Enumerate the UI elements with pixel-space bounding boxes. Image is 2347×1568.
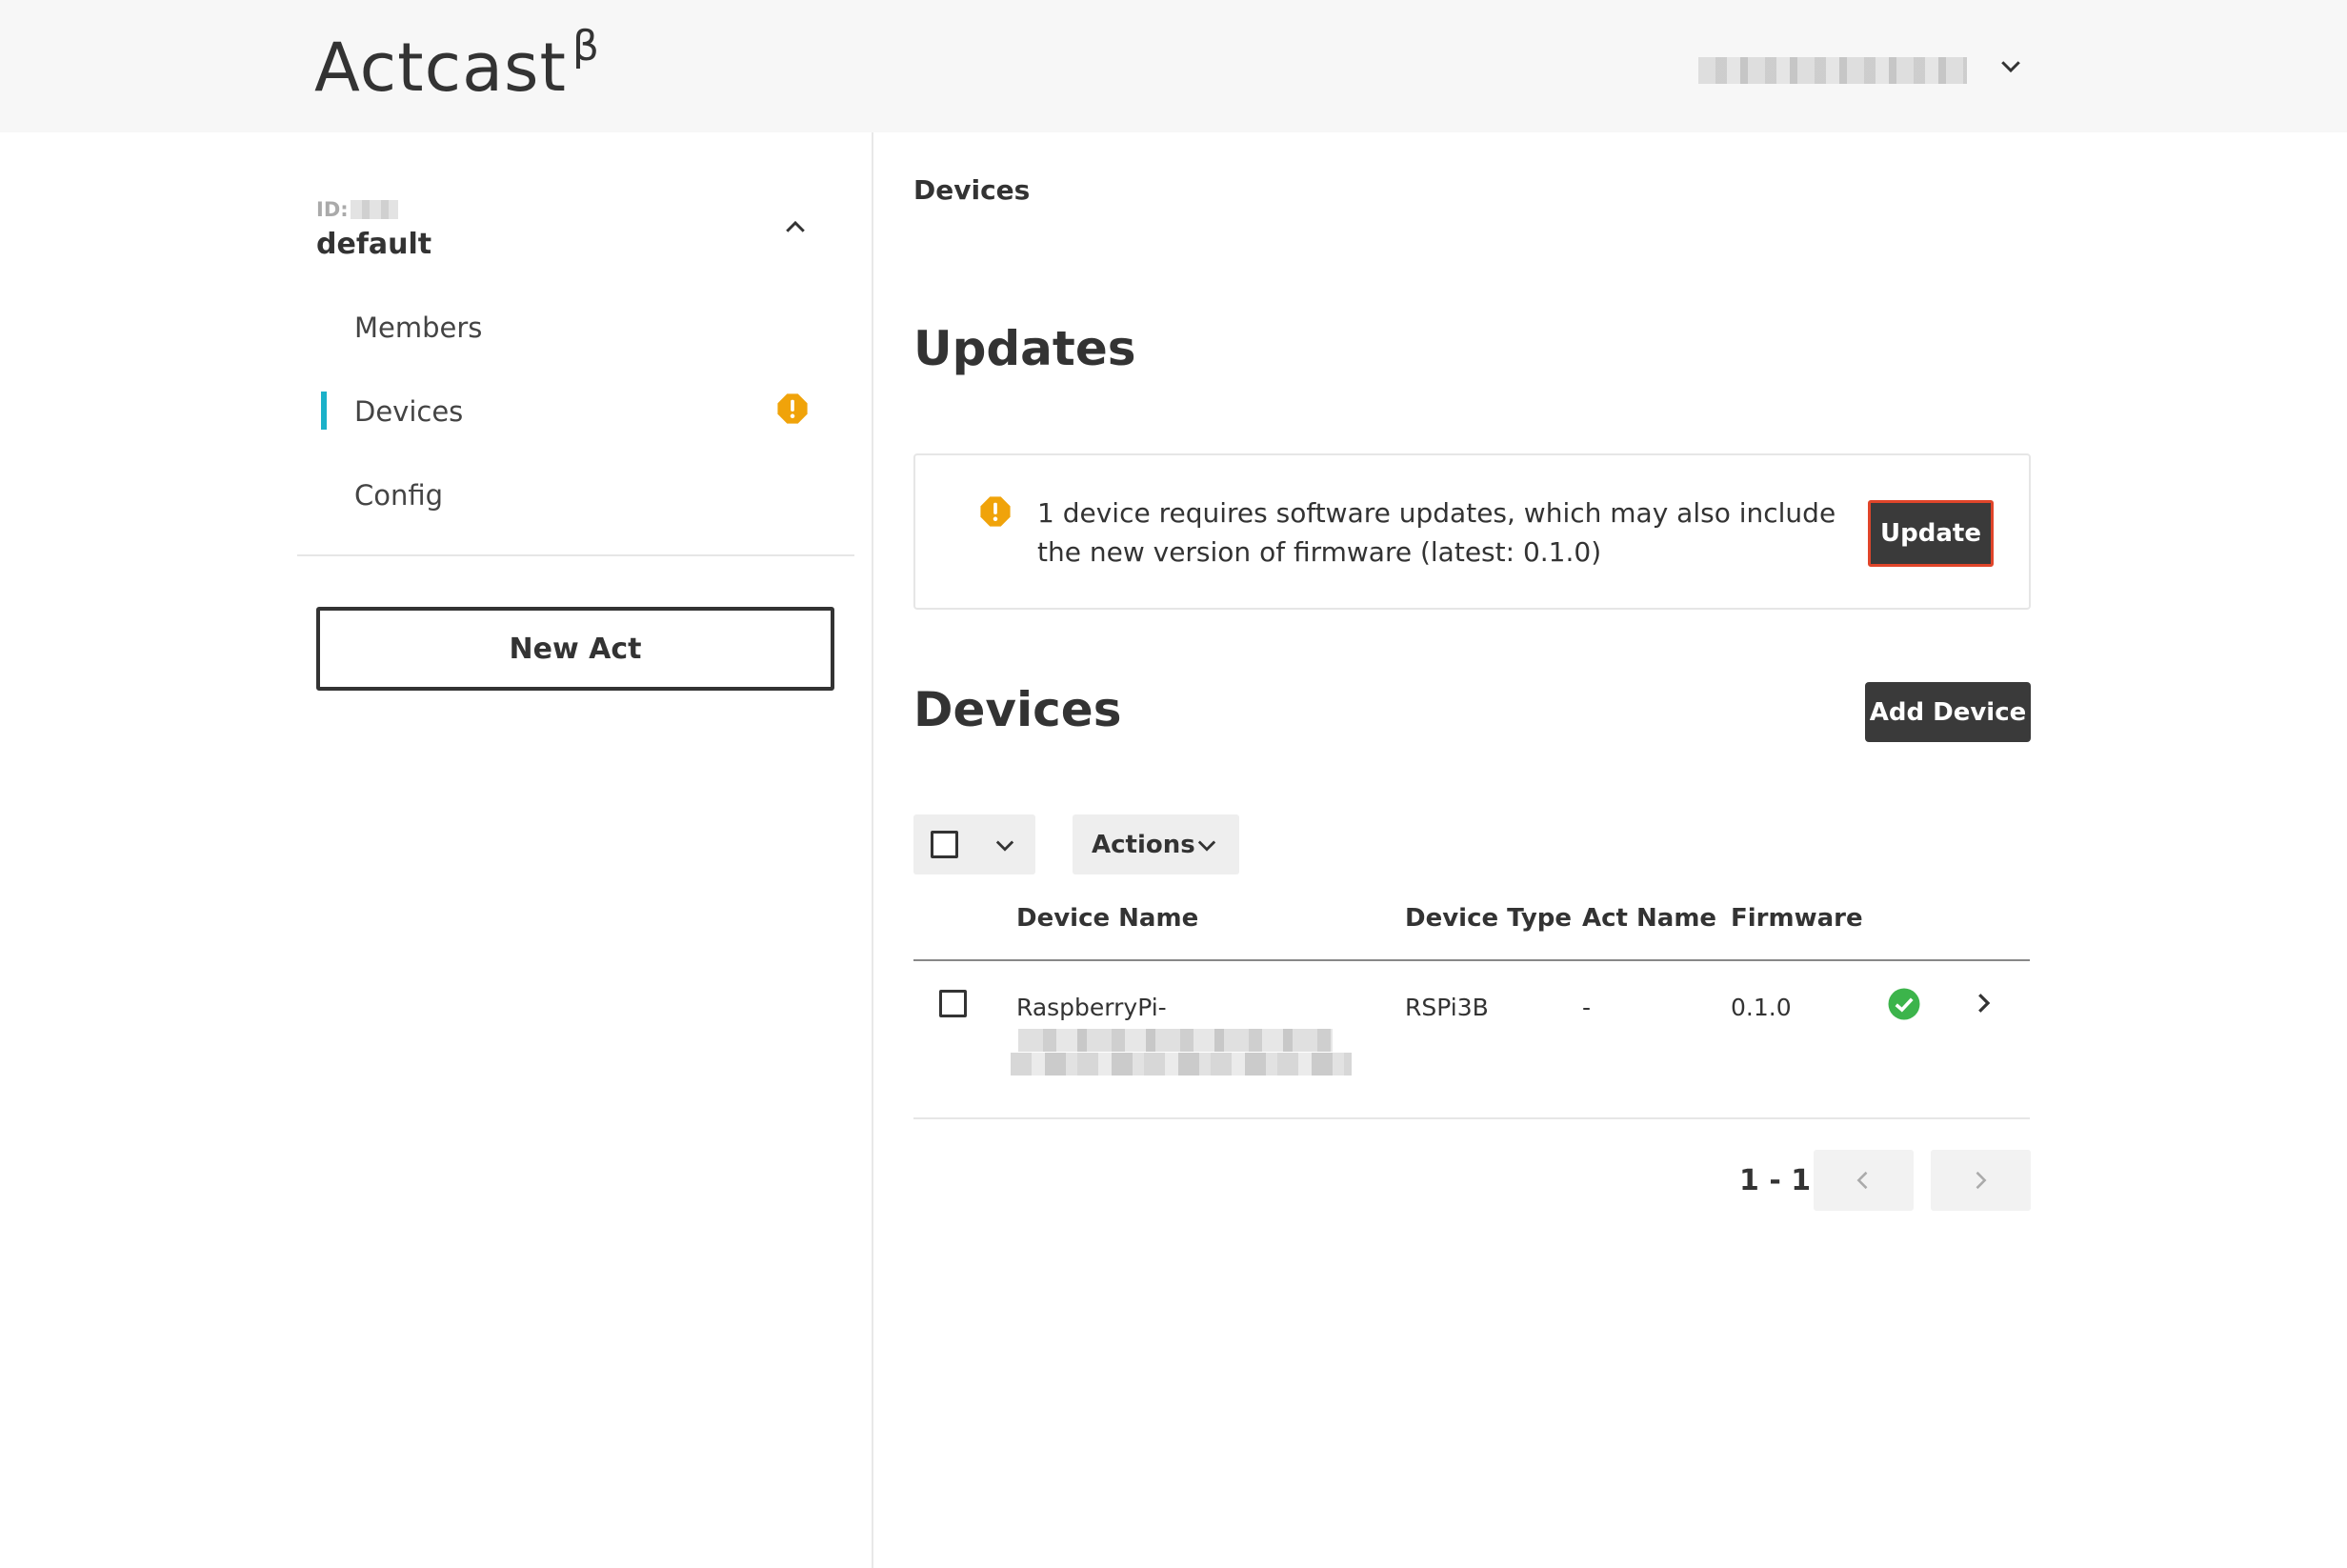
column-header-device-name[interactable]: Device Name — [1016, 904, 1198, 933]
previous-page-button[interactable] — [1814, 1150, 1914, 1211]
new-act-button[interactable]: New Act — [316, 607, 834, 691]
actions-dropdown[interactable]: Actions — [1073, 814, 1239, 874]
warning-icon — [980, 496, 1011, 527]
chevron-right-icon[interactable] — [1969, 989, 1997, 1017]
add-device-button[interactable]: Add Device — [1865, 682, 2031, 742]
chevron-down-icon[interactable] — [1996, 51, 2025, 80]
chevron-left-icon — [1856, 1171, 1868, 1190]
chevron-up-icon[interactable] — [781, 213, 810, 242]
update-notice-card: 1 device requires software updates, whic… — [913, 453, 2031, 610]
chevron-right-icon — [1976, 1171, 1987, 1190]
select-all-checkbox[interactable] — [931, 831, 958, 858]
device-name[interactable]: RaspberryPi- — [1016, 994, 1167, 1021]
bulk-select-dropdown[interactable] — [913, 814, 1035, 874]
active-indicator — [321, 392, 327, 430]
actions-label: Actions — [1092, 831, 1195, 859]
sidebar: ID: default Members Devices Config New A… — [0, 132, 873, 1568]
device-name-redacted — [1011, 1053, 1352, 1075]
sidebar-item-config[interactable]: Config — [354, 479, 443, 512]
row-divider — [913, 1117, 2030, 1119]
act-name: - — [1582, 994, 1592, 1021]
actcast-logo[interactable]: Actcast β — [314, 22, 600, 107]
column-header-firmware[interactable]: Firmware — [1731, 904, 1863, 933]
group-name[interactable]: default — [316, 228, 431, 261]
column-header-device-type[interactable]: Device Type — [1405, 904, 1572, 933]
user-account-name-redacted[interactable] — [1698, 57, 1967, 84]
group-id-label: ID: — [316, 198, 349, 221]
check-circle-icon — [1888, 988, 1920, 1020]
row-checkbox[interactable] — [939, 990, 967, 1017]
devices-heading: Devices — [913, 682, 1122, 737]
pagination-range: 1 - 1 — [1739, 1164, 1812, 1197]
sidebar-item-devices[interactable]: Devices — [354, 395, 463, 428]
top-bar: Actcast β — [0, 0, 2347, 132]
update-button[interactable]: Update — [1868, 500, 1994, 567]
updates-heading: Updates — [913, 321, 1136, 376]
device-name-redacted — [1018, 1029, 1333, 1052]
divider — [297, 554, 854, 556]
table-header-divider — [913, 959, 2030, 961]
group-id-value-redacted — [351, 200, 398, 219]
breadcrumb[interactable]: Devices — [913, 174, 1030, 206]
main-content: Devices Updates 1 device requires softwa… — [875, 132, 2347, 1568]
sidebar-item-members[interactable]: Members — [354, 312, 482, 344]
chevron-down-icon[interactable] — [992, 832, 1018, 858]
device-type: RSPi3B — [1405, 994, 1489, 1021]
firmware-version: 0.1.0 — [1731, 994, 1792, 1021]
warning-icon — [777, 393, 808, 424]
column-header-act-name[interactable]: Act Name — [1582, 904, 1716, 933]
update-message: 1 device requires software updates, whic… — [1037, 497, 1836, 568]
chevron-down-icon — [1197, 840, 1216, 852]
next-page-button[interactable] — [1931, 1150, 2031, 1211]
